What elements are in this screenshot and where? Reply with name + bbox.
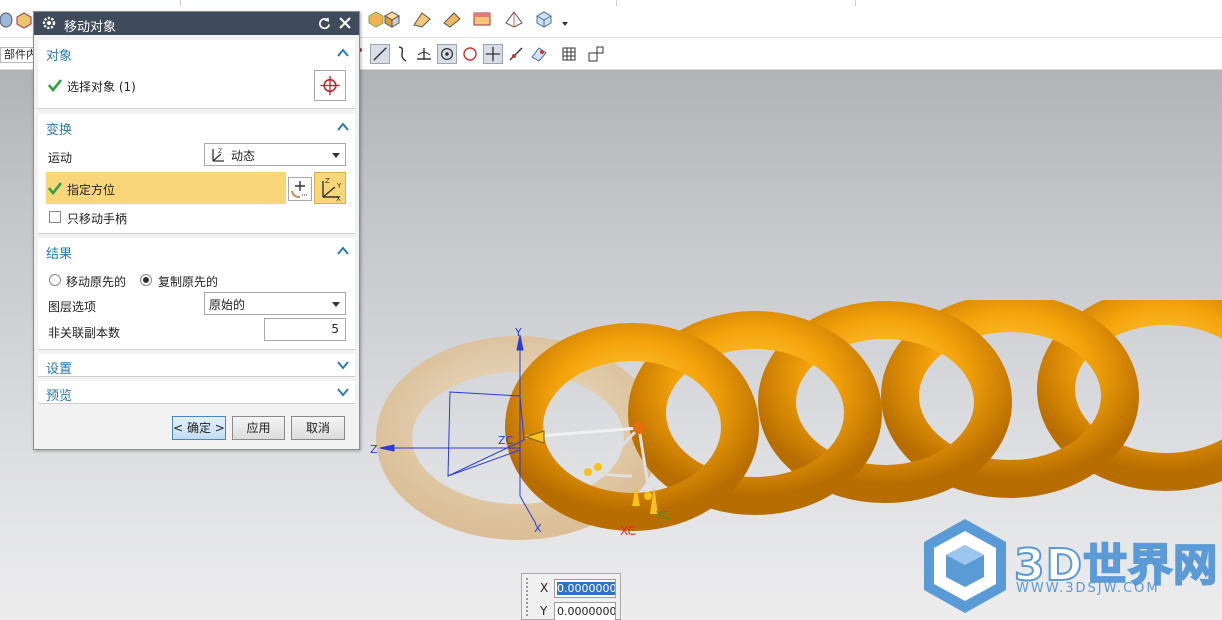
csys-icon: ZYX (322, 177, 342, 203)
snap-on-face-icon[interactable] (529, 44, 549, 64)
dialog-title: 移动对象 (64, 20, 117, 35)
crosshair-icon (320, 75, 340, 96)
object-group-header[interactable]: 对象 (38, 40, 355, 66)
snap-line-icon[interactable] (370, 44, 390, 64)
sphere-cube-icon[interactable] (534, 9, 554, 29)
specify-orientation-row[interactable]: 指定方位 (46, 172, 286, 204)
motion-label: 运动 (48, 151, 73, 165)
y-coordinate-input[interactable]: 0.0000000 (554, 602, 616, 620)
toolbar-separator (180, 0, 181, 6)
dropdown-arrow-icon (332, 153, 340, 158)
cancel-button[interactable]: 取消 (291, 416, 345, 440)
chevron-up-icon[interactable] (337, 245, 349, 257)
layer-option-value: 原始的 (209, 298, 246, 312)
add-point-icon (291, 181, 308, 198)
drag-grip-icon[interactable] (526, 578, 530, 616)
svg-text:Z: Z (218, 148, 222, 155)
group-title: 结果 (46, 247, 73, 262)
copy-original-label: 复制原先的 (158, 275, 219, 289)
result-group: 结果 移动原先的 复制原先的 图层选项 原始的 非关联副本数 5 (38, 238, 355, 350)
snap-options-icon[interactable] (586, 44, 606, 64)
move-object-dialog: 移动对象 对象 选择对象 (1) 变换 运动 Z 动态 指定方位 Z Y X 只… (33, 11, 360, 450)
chevron-up-icon[interactable] (337, 121, 349, 133)
snap-perpendicular-icon[interactable] (414, 44, 434, 64)
toolbar-separator (616, 0, 617, 6)
box-icon[interactable] (14, 10, 34, 30)
more-dropdown-icon[interactable] (560, 18, 570, 28)
close-icon[interactable] (337, 15, 353, 31)
shell-icon[interactable] (472, 9, 492, 29)
surface-icon[interactable] (412, 9, 432, 29)
check-icon (48, 79, 62, 92)
transform-group-header[interactable]: 变换 (38, 114, 355, 140)
copies-input[interactable]: 5 (264, 318, 346, 341)
specify-orientation-label: 指定方位 (67, 183, 116, 197)
copy-original-radio[interactable] (140, 274, 152, 286)
group-title: 设置 (46, 362, 73, 377)
axis-label-y: Y (514, 326, 522, 339)
move-original-radio[interactable] (49, 274, 61, 286)
svg-text:Z: Z (325, 177, 330, 185)
chevron-down-icon[interactable] (337, 359, 349, 371)
motion-select[interactable]: Z 动态 (204, 143, 346, 166)
gear-icon[interactable] (41, 15, 57, 31)
extrude-icon[interactable] (442, 9, 462, 29)
cube-icon[interactable] (382, 9, 402, 29)
svg-text:Y: Y (336, 182, 342, 190)
transform-group: 变换 运动 Z 动态 指定方位 ZYX 只移动手柄 (38, 114, 355, 234)
settings-group[interactable]: 设置 (38, 354, 355, 377)
chevron-up-icon[interactable] (337, 47, 349, 59)
object-group: 对象 选择对象 (1) (38, 40, 355, 109)
snap-on-curve-icon[interactable] (506, 44, 526, 64)
motion-value: 动态 (231, 149, 256, 163)
group-title: 预览 (46, 389, 73, 404)
axis-label-z: Z (370, 443, 378, 456)
y-label: Y (540, 604, 548, 618)
reset-icon[interactable] (317, 16, 332, 31)
svg-text:X: X (336, 195, 341, 203)
select-object-button[interactable] (314, 70, 346, 101)
preview-group[interactable]: 预览 (38, 381, 355, 404)
toolbar-separator (855, 0, 856, 6)
axis-label-zc: ZC (498, 434, 514, 447)
move-handle-only-checkbox[interactable] (49, 211, 61, 223)
result-group-header[interactable]: 结果 (38, 238, 355, 264)
pyramid-icon[interactable] (504, 9, 524, 29)
watermark-logo: 3D世界网 WWW.3DSJW.COM (920, 517, 1220, 617)
axis-label-x: X (534, 522, 542, 535)
snap-center-icon[interactable] (437, 44, 457, 64)
snap-curve-icon[interactable] (393, 44, 413, 64)
x-coordinate-input[interactable]: 0.0000000 (554, 579, 616, 598)
x-label: X (540, 581, 549, 595)
layer-option-select[interactable]: 原始的 (204, 292, 346, 315)
dynamic-csys-icon: Z (212, 148, 224, 162)
copies-value: 5 (331, 322, 339, 336)
dropdown-arrow-icon (332, 302, 340, 307)
group-title: 变换 (46, 123, 73, 138)
copies-label: 非关联副本数 (48, 326, 121, 340)
select-object-label[interactable]: 选择对象 (1) (67, 78, 136, 95)
grid-icon[interactable] (559, 44, 579, 64)
check-icon (48, 182, 62, 195)
coordinate-input-box: X 0.0000000 Y 0.0000000 (521, 573, 621, 620)
apply-button[interactable]: 应用 (232, 416, 285, 440)
watermark-url: WWW.3DSJW.COM (1016, 581, 1160, 596)
chevron-down-icon[interactable] (337, 386, 349, 398)
ok-button[interactable]: < 确定 > (172, 416, 226, 440)
axis-label-yc: YC (655, 509, 670, 522)
logo-hexagon-icon (924, 519, 1006, 613)
layer-option-label: 图层选项 (48, 300, 97, 314)
move-handle-only-label: 只移动手柄 (67, 212, 128, 226)
group-title: 对象 (46, 49, 73, 64)
csys-dialog-button[interactable]: ZYX (314, 172, 346, 204)
axis-label-xc: XC (620, 524, 636, 538)
dialog-title-bar[interactable]: 移动对象 (34, 12, 359, 35)
point-dialog-button[interactable] (288, 177, 312, 201)
move-original-label: 移动原先的 (66, 275, 127, 289)
snap-quadrant-icon[interactable] (460, 44, 480, 64)
snap-intersection-icon[interactable] (483, 44, 503, 64)
